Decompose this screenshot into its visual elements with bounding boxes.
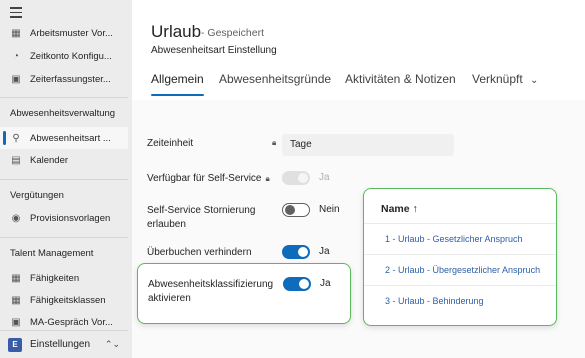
field-label-zeiteinheit: Zeiteinheit <box>147 137 193 151</box>
save-status: - Gespeichert <box>201 27 265 39</box>
chevron-updown-icon: ⌃⌄ <box>104 339 120 349</box>
sidebar-item-label: Abwesenheitsart ... <box>30 132 111 144</box>
tab-aktivitaeten[interactable]: Aktivitäten & Notizen <box>345 72 456 86</box>
active-tab-indicator <box>151 94 204 96</box>
sidebar-item-zeiterfassung[interactable]: ▣ Zeiterfassungster... <box>0 68 128 90</box>
sidebar-item-provisionsvorlagen[interactable]: ◉ Provisionsvorlagen <box>0 207 128 229</box>
sidebar-item-arbeitsmuster[interactable]: ▦ Arbeitsmuster Vor... <box>0 22 128 44</box>
sidebar-divider <box>0 237 128 238</box>
clock-config-icon: ◔ <box>12 50 20 62</box>
skill-classes-icon: ▦ <box>11 294 21 306</box>
sidebar-item-label: Provisionsvorlagen <box>30 212 111 224</box>
record-header: Urlaub - Gespeichert Abwesenheitsart Ein… <box>132 0 585 100</box>
storno-value: Nein <box>319 204 340 215</box>
sidebar-item-label: Zeitkonto Konfigu... <box>30 50 112 62</box>
tab-abwesenheitsgruende[interactable]: Abwesenheitsgründe <box>219 72 331 86</box>
storno-toggle[interactable] <box>282 203 310 217</box>
klassifizierung-toggle[interactable] <box>283 277 311 291</box>
review-icon: ▣ <box>11 316 21 328</box>
field-label-storno: Self-Service Stornierung erlauben <box>147 204 255 232</box>
klassifizierung-value: Ja <box>320 278 331 289</box>
sidebar-item-faehigkeitsklassen[interactable]: ▦ Fähigkeitsklassen <box>0 289 128 311</box>
zeiteinheit-field[interactable]: Tage <box>282 134 454 156</box>
label-text: Überbuchen verhindern <box>147 247 252 258</box>
terminal-icon: ▣ <box>11 73 21 85</box>
sidebar-item-kalender[interactable]: ▤ Kalender <box>0 149 128 171</box>
sidebar-item-label: Fähigkeiten <box>30 272 80 284</box>
hamburger-menu-icon[interactable] <box>10 7 24 18</box>
label-text: erlauben <box>147 219 186 230</box>
abwesenheitsgruende-list: Name ↑ 1 - Urlaub - Gesetzlicher Anspruc… <box>363 188 557 326</box>
lock-icon: 🔒︎ <box>272 138 277 147</box>
page-title: Urlaub <box>151 22 202 41</box>
sidebar-item-label: Zeiterfassungster... <box>30 73 111 85</box>
list-item-link[interactable]: 2 - Urlaub - Übergesetzlicher Anspruch <box>385 265 540 275</box>
ueberbuchen-value: Ja <box>319 246 330 257</box>
sidebar-group-title: Abwesenheitsverwaltung <box>10 108 116 119</box>
field-label-ueberbuchen: Überbuchen verhindern <box>147 246 252 260</box>
label-text: Abwesenheitsklassifizierung <box>148 279 274 290</box>
klassifizierung-highlight: Abwesenheitsklassifizierung aktivieren J… <box>137 263 351 324</box>
self-service-value: Ja <box>319 172 330 183</box>
tab-label: Verknüpft <box>472 72 523 86</box>
commission-icon: ◉ <box>11 212 21 224</box>
self-service-toggle[interactable] <box>282 171 310 185</box>
sidebar-group-title: Talent Management <box>10 248 94 259</box>
list-item[interactable]: 2 - Urlaub - Übergesetzlicher Anspruch <box>364 254 556 285</box>
label-text: Self-Service Stornierung <box>147 205 256 216</box>
pattern-icon: ▦ <box>11 27 21 39</box>
sidebar-group-title: Vergütungen <box>10 190 64 201</box>
label-text: aktivieren <box>148 293 191 304</box>
list-item[interactable]: 3 - Urlaub - Behinderung <box>364 285 556 316</box>
sidebar-item-label: Kalender <box>30 154 69 166</box>
sidebar: ▦ Arbeitsmuster Vor... ◔ Zeitkonto Konfi… <box>0 0 128 358</box>
lock-icon: 🔒︎ <box>265 174 270 183</box>
tab-allgemein[interactable]: Allgemein <box>151 72 204 86</box>
main-panel: Urlaub - Gespeichert Abwesenheitsart Ein… <box>132 0 585 358</box>
area-label: Einstellungen <box>30 339 91 350</box>
ueberbuchen-toggle[interactable] <box>282 245 310 259</box>
area-badge: E <box>8 337 22 352</box>
sidebar-divider <box>0 97 128 98</box>
area-switcher[interactable]: E Einstellungen ⌃⌄ <box>0 330 128 358</box>
calendar-icon: ▤ <box>11 154 21 166</box>
sidebar-item-label: Arbeitsmuster Vor... <box>30 27 113 39</box>
sidebar-item-zeitkonto[interactable]: ◔ Zeitkonto Konfigu... <box>0 45 128 67</box>
list-item-link[interactable]: 1 - Urlaub - Gesetzlicher Anspruch <box>385 234 523 244</box>
list-item[interactable]: 1 - Urlaub - Gesetzlicher Anspruch <box>364 223 556 254</box>
skills-icon: ▦ <box>11 272 21 284</box>
sidebar-item-faehigkeiten[interactable]: ▦ Fähigkeiten <box>0 267 128 289</box>
list-item-link[interactable]: 3 - Urlaub - Behinderung <box>385 296 484 306</box>
entity-subtitle: Abwesenheitsart Einstellung <box>151 45 277 56</box>
absence-type-icon: ⚲ <box>12 132 20 144</box>
sidebar-divider <box>0 179 128 180</box>
sidebar-item-abwesenheitsart[interactable]: ⚲ Abwesenheitsart ... <box>0 127 128 149</box>
tab-verknuepft[interactable]: Verknüpft ⌄ <box>472 72 538 86</box>
sidebar-item-label: Fähigkeitsklassen <box>30 294 106 306</box>
column-header-name[interactable]: Name ↑ <box>381 203 418 215</box>
field-label-self-service: Verfügbar für Self-Service 🔒︎ <box>147 172 270 186</box>
sidebar-item-label: MA-Gespräch Vor... <box>30 316 113 328</box>
chevron-down-icon: ⌄ <box>530 75 539 86</box>
field-label-klassifizierung: Abwesenheitsklassifizierung aktivieren <box>148 278 273 306</box>
label-text: Zeiteinheit <box>147 138 194 149</box>
label-text: Verfügbar für Self-Service <box>147 173 262 184</box>
